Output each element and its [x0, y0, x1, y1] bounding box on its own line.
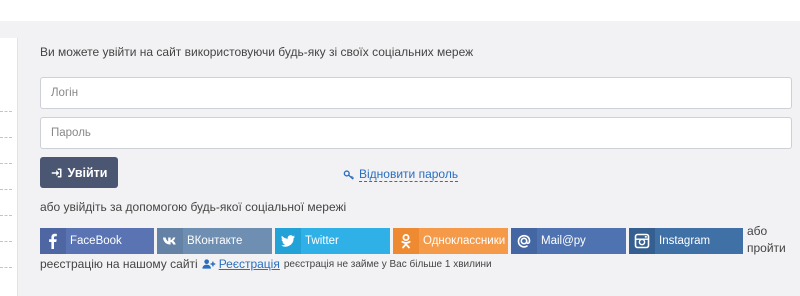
instagram-icon: [629, 228, 655, 254]
intro-text: Ви можете увійти на сайт використовуючи …: [40, 45, 474, 59]
mailru-label: Mail@ру: [541, 235, 586, 247]
facebook-button[interactable]: FaceBook: [40, 228, 154, 254]
restore-password-link[interactable]: Відновити пароль: [343, 167, 459, 182]
login-button[interactable]: Увійти: [40, 157, 118, 188]
password-input[interactable]: [40, 117, 792, 149]
login-input[interactable]: [40, 77, 792, 109]
vk-icon: [157, 228, 183, 254]
register-line: реєстрацію на нашому сайті Реєстрація ре…: [40, 257, 492, 271]
divider: [0, 241, 12, 242]
facebook-icon: [40, 228, 66, 254]
divider: [0, 215, 12, 216]
facebook-label: FaceBook: [70, 235, 122, 247]
at-icon: [511, 228, 537, 254]
sign-in-icon: [51, 167, 63, 179]
vk-label: ВКонтакте: [187, 235, 243, 247]
twitter-button[interactable]: Twitter: [275, 228, 390, 254]
user-plus-icon: [202, 258, 216, 270]
key-icon: [343, 169, 355, 181]
mailru-button[interactable]: Mail@ру: [511, 228, 626, 254]
odnoklassniki-icon: [393, 228, 419, 254]
instagram-button[interactable]: Instagram: [629, 228, 743, 254]
twitter-label: Twitter: [305, 235, 339, 247]
top-bar: [0, 0, 800, 21]
divider: [0, 137, 12, 138]
or-social-text: або увійдіть за допомогою будь-якої соці…: [40, 200, 347, 214]
divider: [0, 111, 12, 112]
login-button-label: Увійти: [67, 165, 108, 180]
divider: [0, 189, 12, 190]
restore-password-label: Відновити пароль: [359, 167, 459, 182]
twitter-icon: [275, 228, 301, 254]
register-link[interactable]: Реєстрація: [202, 257, 280, 271]
register-prefix: реєстрацію на нашому сайті: [40, 257, 198, 271]
register-link-label: Реєстрація: [218, 257, 280, 271]
divider: [0, 267, 12, 268]
odnoklassniki-label: Одноклассники: [423, 235, 506, 247]
left-panel: [0, 38, 18, 296]
odnoklassniki-button[interactable]: Одноклассники: [393, 228, 508, 254]
instagram-label: Instagram: [659, 235, 711, 247]
register-note: реєстрація не займе у Вас більше 1 хвили…: [283, 258, 492, 270]
divider: [0, 163, 12, 164]
or-register-text: або пройти: [747, 224, 786, 255]
vk-button[interactable]: ВКонтакте: [157, 228, 272, 254]
